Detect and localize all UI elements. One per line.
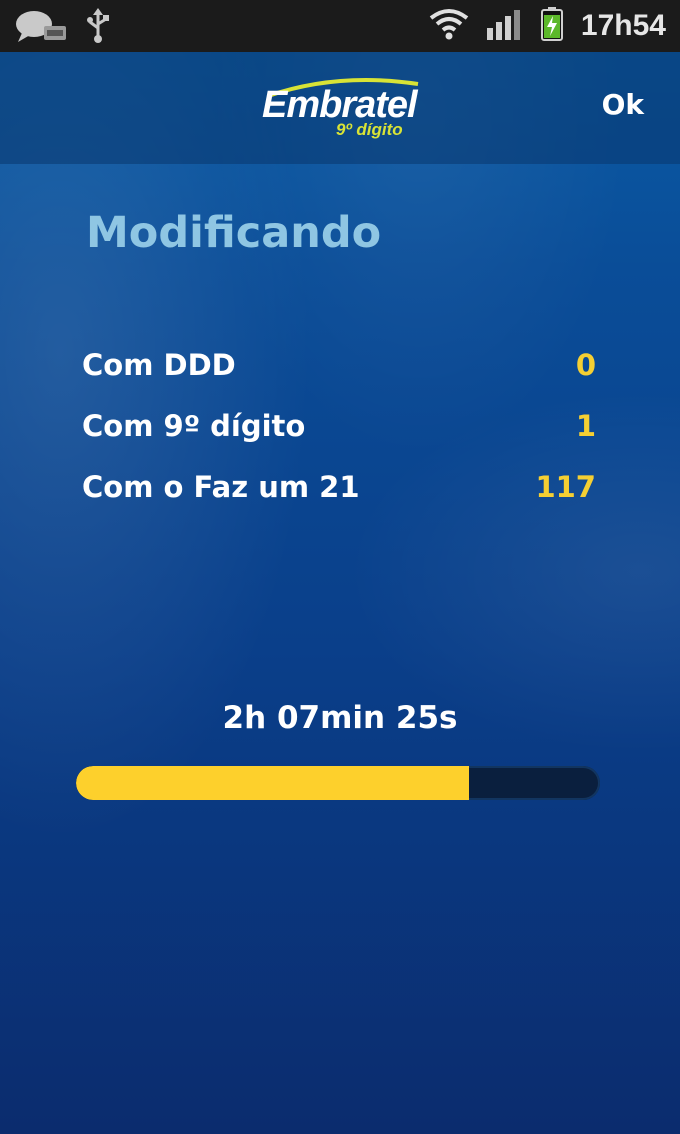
status-bar: 17h54: [0, 0, 680, 52]
progress-fill: [76, 766, 469, 800]
ok-button[interactable]: Ok: [602, 88, 644, 121]
stat-value: 117: [535, 470, 596, 504]
logo-subtext: 9º dígito: [336, 120, 403, 139]
elapsed-timer: 2h 07min 25s: [222, 700, 458, 736]
stat-value: 1: [575, 409, 596, 443]
battery-charging-icon: [540, 7, 563, 45]
wifi-icon: [429, 8, 469, 44]
stat-label: Com DDD: [82, 348, 236, 382]
stat-row-faz-um-21: Com o Faz um 21 117: [82, 470, 596, 531]
stat-label: Com o Faz um 21: [82, 470, 360, 504]
stat-row-9-digito: Com 9º dígito 1: [82, 409, 596, 470]
stat-row-ddd: Com DDD 0: [82, 348, 596, 409]
status-time: 17h54: [580, 9, 666, 42]
usb-icon: [86, 8, 110, 48]
chat-icon: [14, 8, 68, 48]
stats-list: Com DDD 0 Com 9º dígito 1 Com o Faz um 2…: [82, 348, 596, 531]
app-screen: Embratel 9º dígito Ok Modificando Com DD…: [0, 52, 680, 1134]
progress-bar: [76, 766, 600, 800]
signal-icon: [486, 8, 523, 44]
stat-value: 0: [575, 348, 596, 382]
embratel-logo: Embratel 9º dígito: [258, 74, 428, 144]
stat-label: Com 9º dígito: [82, 409, 306, 443]
header-bar: Embratel 9º dígito Ok: [0, 52, 680, 164]
page-title: Modificando: [86, 208, 382, 258]
